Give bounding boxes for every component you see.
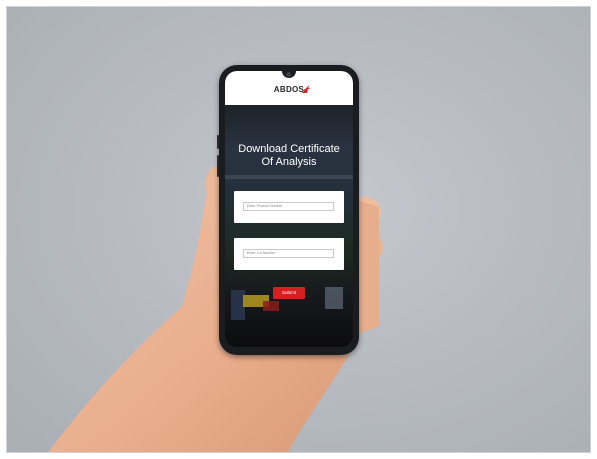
lot-number-card: Enter Lot Number (234, 238, 344, 270)
background-product (325, 287, 343, 309)
product-number-input[interactable]: Enter Product Number (243, 202, 334, 211)
volume-button (217, 135, 219, 149)
page-title-line2: Of Analysis (261, 156, 317, 168)
photo-frame: ABDOS Download Certificate Of Analysis E… (6, 6, 591, 453)
camera-icon (286, 72, 291, 77)
page-title: Download Certificate Of Analysis (225, 143, 353, 169)
shelf-decoration (225, 175, 353, 179)
hero-background (225, 105, 353, 347)
page-title-line1: Download Certificate (238, 143, 340, 155)
phone-screen: ABDOS Download Certificate Of Analysis E… (225, 71, 353, 347)
smartphone: ABDOS Download Certificate Of Analysis E… (217, 65, 359, 355)
abdos-logo-icon (302, 85, 311, 93)
product-number-card: Enter Product Number (234, 191, 344, 223)
brand-logo-text: ABDOS (273, 85, 305, 94)
power-button (217, 155, 219, 177)
submit-button[interactable]: Submit (273, 287, 305, 299)
lot-number-input[interactable]: Enter Lot Number (243, 249, 334, 258)
background-product (263, 301, 279, 311)
